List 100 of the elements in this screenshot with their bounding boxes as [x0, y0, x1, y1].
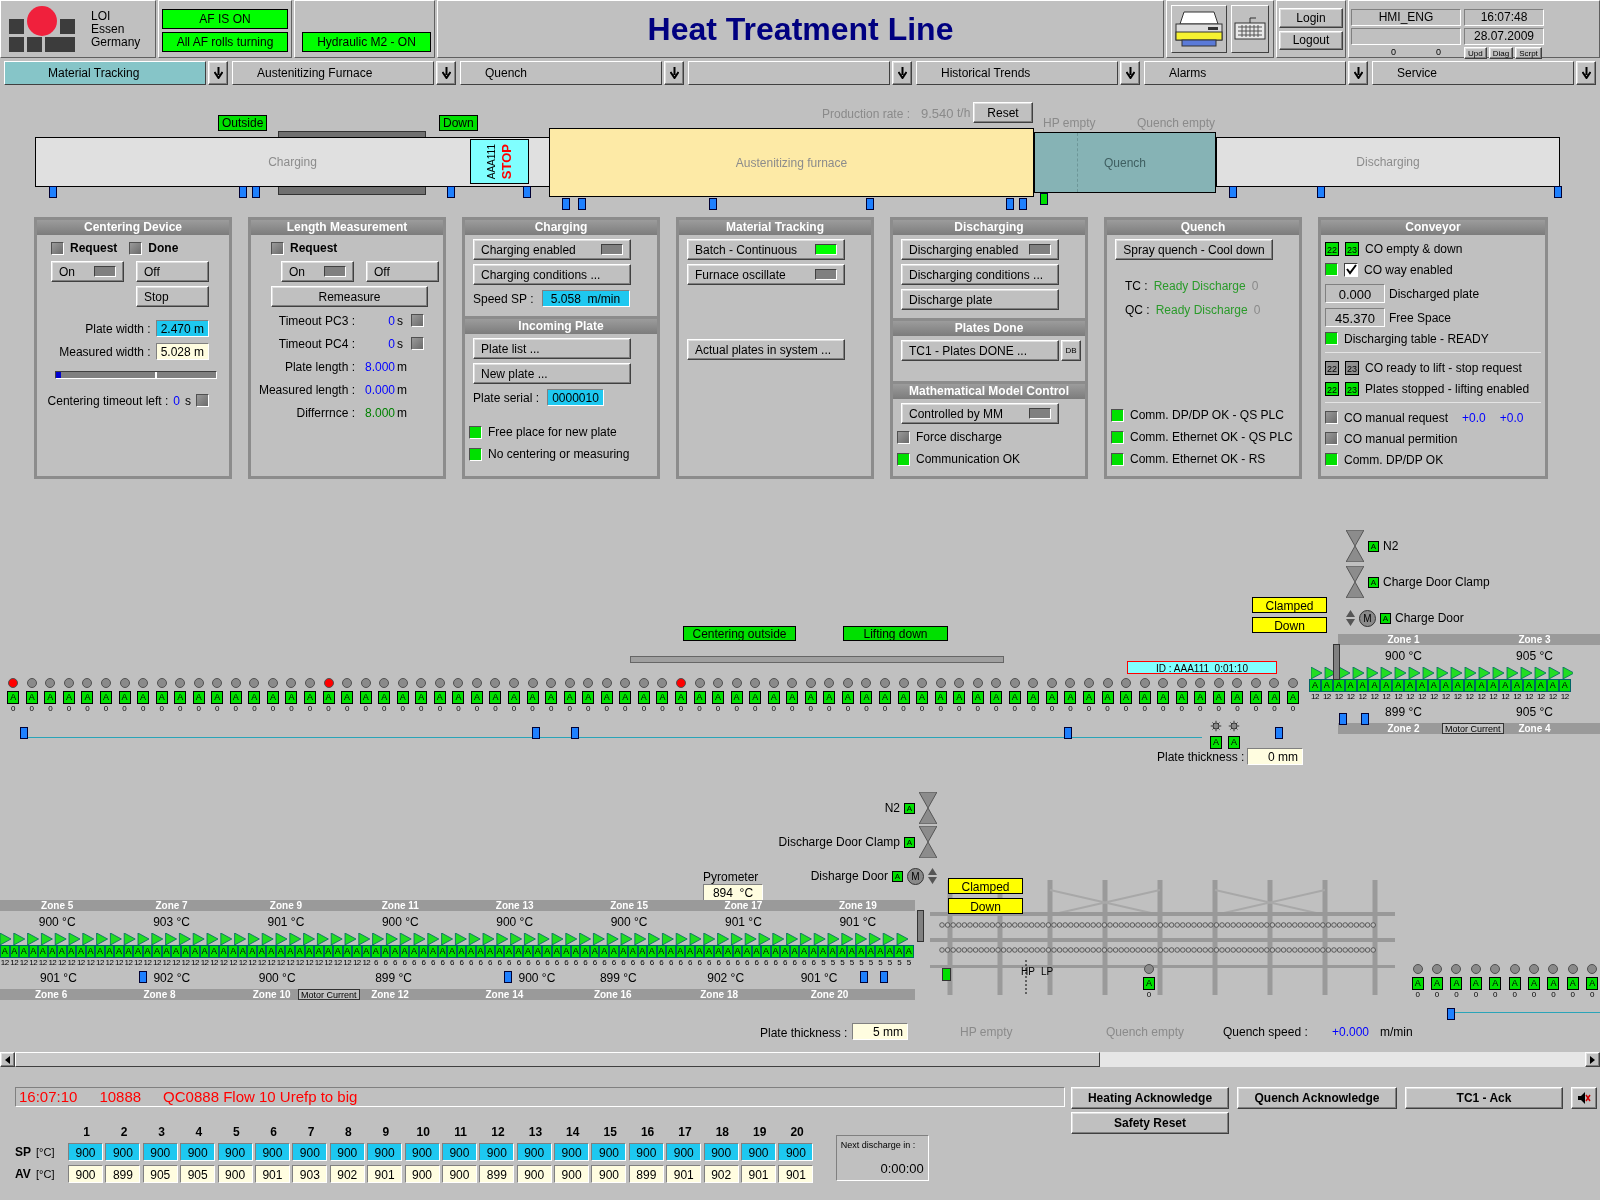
value-field: 45.370: [1325, 308, 1385, 327]
spray-quench-button[interactable]: Spray quench - Cool down: [1115, 239, 1273, 260]
roller-count: 0: [938, 704, 943, 713]
printer-button[interactable]: [1171, 5, 1227, 53]
dropdown-button[interactable]: [664, 61, 684, 85]
acknowledge-button[interactable]: TC1 - Ack: [1405, 1087, 1563, 1109]
sensor-icon: [523, 186, 531, 198]
valve-icon: [919, 826, 937, 858]
roller-mode-tag: A: [95, 945, 105, 958]
roller-count: 12: [286, 958, 295, 967]
acknowledge-button[interactable]: Quench Acknowledge: [1237, 1087, 1397, 1109]
up-down-arrows-icon: [928, 868, 937, 884]
zone-label: Zone 9: [269, 900, 303, 911]
tool-button[interactable]: Upd: [1464, 47, 1487, 59]
stop-button[interactable]: Stop: [136, 286, 209, 307]
plates-done-button[interactable]: TC1 - Plates DONE ...: [901, 340, 1059, 361]
dropdown-button[interactable]: [892, 61, 912, 85]
roller-mode-tag: A: [1508, 977, 1521, 990]
temperature-cell: 900: [292, 1143, 328, 1161]
horizontal-scrollbar[interactable]: [0, 1052, 1600, 1067]
session-button[interactable]: Logout: [1279, 30, 1343, 50]
measurement-value: 0.000: [363, 382, 395, 397]
roller-count: 12: [219, 958, 228, 967]
action-button[interactable]: Furnace oscillate: [687, 264, 845, 285]
nav-tab[interactable]: [688, 61, 890, 85]
action-button[interactable]: Batch - Continuous: [687, 239, 845, 260]
roller-count: 0: [1590, 990, 1595, 999]
user-field: HMI_ENG: [1351, 9, 1461, 26]
tool-button[interactable]: Scrpt: [1515, 47, 1542, 59]
action-button[interactable]: Charging conditions ...: [473, 264, 631, 285]
roller-count: 0: [1179, 704, 1184, 713]
safety-reset-button[interactable]: Safety Reset: [1071, 1112, 1229, 1134]
dropdown-button[interactable]: [208, 61, 228, 85]
roller-count: 5: [906, 958, 911, 967]
action-button[interactable]: Plate list ...: [473, 338, 631, 359]
door-state: Clamped: [948, 878, 1023, 894]
scrollbar-thumb[interactable]: [15, 1052, 1100, 1067]
action-button[interactable]: Charging enabled: [473, 239, 631, 260]
off-button[interactable]: Off: [366, 261, 439, 282]
roller-count: 12: [48, 958, 57, 967]
motor-current-label[interactable]: Motor Current: [298, 989, 360, 1000]
code-lamp: 23: [1345, 241, 1359, 256]
scroll-right-button[interactable]: [1585, 1052, 1600, 1067]
nav-tab[interactable]: Material Tracking: [4, 61, 206, 85]
panel-title: Length Measurement: [251, 220, 443, 235]
roller-mode-tag: A: [1268, 691, 1281, 704]
lamp-label: Comm. DP/DP OK - QS PLC: [1130, 408, 1284, 422]
nav-tab[interactable]: Alarms: [1144, 61, 1346, 85]
tool-button[interactable]: Diag: [1488, 47, 1514, 59]
temperature-cell: 900: [329, 1143, 365, 1161]
roller-mode-tag: A: [190, 945, 200, 958]
dropdown-button[interactable]: [1348, 61, 1368, 85]
db-button[interactable]: DB: [1061, 340, 1081, 361]
action-button[interactable]: Discharging conditions ...: [901, 264, 1059, 285]
column-header: 20: [789, 1125, 805, 1139]
panel-title: Discharging: [893, 220, 1085, 235]
sensor-icon: [709, 198, 717, 210]
dropdown-button[interactable]: [436, 61, 456, 85]
zone-temperature: 905 °C: [1516, 648, 1553, 665]
column-header: 10: [415, 1125, 431, 1139]
roller-count: 0: [586, 704, 591, 713]
controlled-by-mm-button[interactable]: Controlled by MM: [901, 403, 1059, 424]
dropdown-button[interactable]: [1576, 61, 1596, 85]
off-button[interactable]: Off: [136, 261, 209, 282]
nav-tab[interactable]: Historical Trends: [916, 61, 1118, 85]
keyboard-button[interactable]: [1231, 5, 1269, 53]
nav-tab[interactable]: Quench: [460, 61, 662, 85]
action-button[interactable]: Discharging enabled: [901, 239, 1059, 260]
reset-button[interactable]: Reset: [973, 102, 1033, 123]
session-button[interactable]: Login: [1279, 8, 1343, 28]
checkbox[interactable]: [1344, 262, 1358, 277]
on-button[interactable]: On: [281, 261, 354, 282]
roller-count: 12: [276, 958, 285, 967]
mute-button[interactable]: [1571, 1087, 1597, 1109]
dropdown-button[interactable]: [1120, 61, 1140, 85]
zone-temperature: 899 °C: [375, 970, 412, 987]
roller-mode-tag: A: [171, 945, 181, 958]
scroll-left-button[interactable]: [0, 1052, 15, 1067]
roller-mode-tag: A: [508, 691, 521, 704]
roller-count: 12: [143, 958, 152, 967]
on-button[interactable]: On: [51, 261, 124, 282]
field-label: Speed SP :: [473, 291, 534, 306]
field-label: Plate width :: [85, 321, 151, 336]
remeasure-button[interactable]: Remeasure: [271, 286, 428, 307]
roller-mode-tag: A: [823, 691, 836, 704]
column-header: 6: [269, 1125, 278, 1139]
temperature-cell: 900: [516, 1143, 552, 1161]
action-button[interactable]: Discharge plate: [901, 289, 1059, 310]
acknowledge-button[interactable]: Heating Acknowledge: [1071, 1087, 1229, 1109]
fan-mode-tag: A: [1210, 736, 1222, 749]
alarm-message: QC0888 Flow 10 Urefp to big: [163, 1088, 358, 1106]
nav-tab[interactable]: Austenitizing Furnace: [232, 61, 434, 85]
roller-count: 12: [229, 958, 238, 967]
motor-current-label[interactable]: Motor Current: [1442, 723, 1504, 734]
action-button[interactable]: New plate ...: [473, 363, 631, 384]
action-button[interactable]: Actual plates in system ...: [687, 339, 845, 360]
nav-tab[interactable]: Service: [1372, 61, 1574, 85]
zone-label: Zone 14: [485, 989, 524, 1000]
roller-count: 6: [649, 958, 654, 967]
roller-mode-tag: A: [1101, 691, 1114, 704]
